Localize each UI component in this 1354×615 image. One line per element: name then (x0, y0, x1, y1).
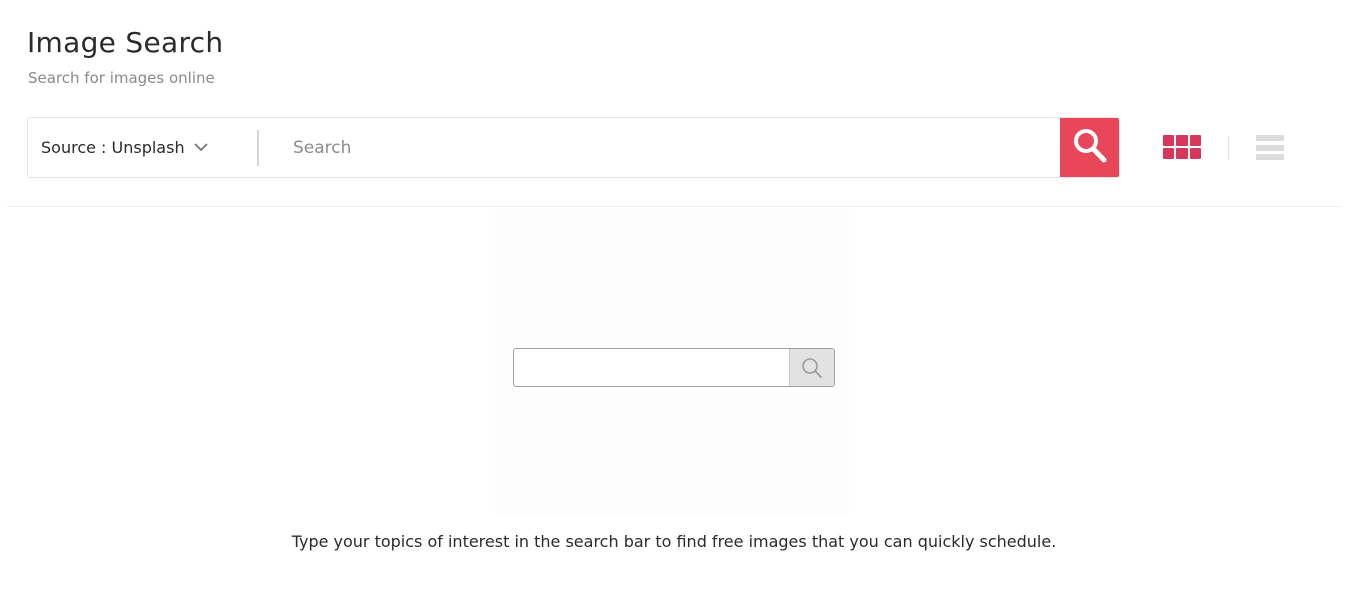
section-divider (7, 206, 1341, 207)
illustration-search-box (513, 348, 835, 387)
search-icon (789, 349, 834, 386)
view-toggle-divider (1228, 136, 1229, 160)
search-bar: Source : Unsplash (27, 117, 1120, 178)
search-icon (1073, 128, 1107, 168)
search-input[interactable] (259, 118, 1060, 177)
page-title: Image Search (27, 26, 224, 59)
search-button[interactable] (1060, 118, 1119, 177)
grid-view-icon[interactable] (1163, 135, 1201, 159)
chevron-down-icon (193, 140, 209, 156)
source-dropdown[interactable]: Source : Unsplash (28, 118, 256, 177)
source-dropdown-label: Source : Unsplash (41, 138, 185, 157)
list-view-icon[interactable] (1256, 135, 1284, 160)
page-subtitle: Search for images online (28, 69, 215, 87)
empty-state-hint: Type your topics of interest in the sear… (291, 532, 1057, 551)
image-search-page: Image Search Search for images online So… (0, 0, 1354, 615)
